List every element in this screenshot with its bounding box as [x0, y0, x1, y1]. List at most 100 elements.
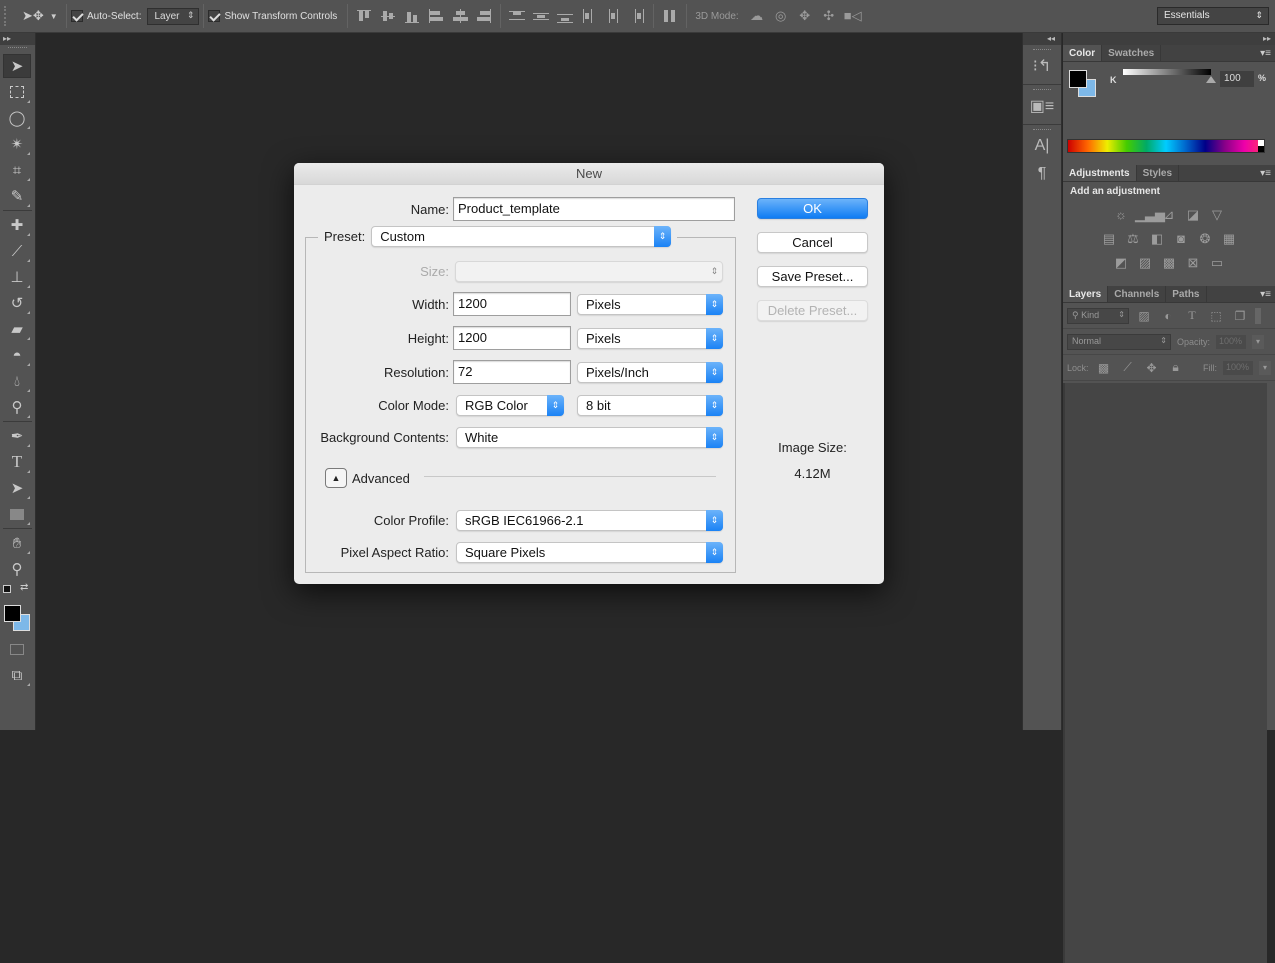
zoom-tool[interactable]: ⚲ — [3, 557, 31, 581]
eraser-tool[interactable]: ▰ — [3, 317, 31, 341]
black-white-icon[interactable]: ◧ — [1147, 229, 1167, 249]
history-brush-tool[interactable]: ↺ — [3, 291, 31, 315]
path-selection-tool[interactable]: ➤ — [3, 476, 31, 500]
tab-adjustments[interactable]: Adjustments — [1063, 165, 1137, 181]
color-mode-select[interactable]: RGB Color ⇕ — [456, 395, 564, 416]
dodge-tool[interactable]: ⚲ — [3, 395, 31, 419]
height-unit-select[interactable]: Pixels ⇕ — [577, 327, 723, 349]
panel-menu-icon[interactable]: ▾≡ — [1260, 168, 1271, 179]
quick-mask-mode[interactable] — [3, 637, 31, 661]
lasso-tool[interactable]: ◯ — [3, 106, 31, 130]
3d-orbit-icon[interactable]: ☁ — [747, 8, 767, 24]
advanced-toggle-button[interactable]: ▲ — [325, 468, 347, 488]
layer-filter-kind-select[interactable]: ⚲ Kind — [1067, 307, 1129, 324]
k-channel-value[interactable]: 100 — [1220, 71, 1254, 87]
fill-dropdown-arrow[interactable]: ▾ — [1259, 360, 1271, 375]
lock-all-icon[interactable]: 🔒︎ — [1167, 360, 1185, 375]
width-input[interactable]: 1200 — [453, 292, 571, 316]
workspace-select[interactable]: Essentials — [1157, 7, 1269, 25]
name-input[interactable]: Product_template — [453, 197, 735, 221]
distribute-right-edges-icon[interactable] — [627, 8, 647, 24]
blend-mode-select[interactable]: Normal — [1067, 333, 1171, 350]
distribute-left-edges-icon[interactable] — [579, 8, 599, 24]
align-horizontal-centers-icon[interactable] — [450, 8, 470, 24]
default-colors-icon[interactable] — [3, 585, 11, 593]
opacity-value[interactable]: 100% — [1216, 334, 1247, 349]
filter-pixel-layers-icon[interactable]: ▨ — [1135, 309, 1153, 323]
width-unit-select[interactable]: Pixels ⇕ — [577, 293, 723, 315]
levels-icon[interactable]: ▁▃▅ — [1135, 205, 1165, 225]
save-preset-button[interactable]: Save Preset... — [757, 266, 868, 287]
tool-preset-picker[interactable]: ➤✥ ▼ — [22, 8, 62, 24]
channel-mixer-icon[interactable]: ❂ — [1195, 229, 1215, 249]
screen-mode[interactable]: ⧉ — [3, 663, 31, 687]
distribute-top-edges-icon[interactable] — [507, 8, 527, 24]
distribute-vertical-centers-icon[interactable] — [531, 8, 551, 24]
3d-scale-icon[interactable]: ■◁ — [843, 8, 863, 24]
bit-depth-select[interactable]: 8 bit ⇕ — [577, 395, 723, 416]
filter-adjustment-layers-icon[interactable]: ◐ — [1159, 309, 1177, 323]
paragraph-panel-icon[interactable]: ¶ — [1023, 160, 1061, 188]
show-transform-controls-checkbox[interactable] — [208, 10, 221, 22]
selective-color-icon[interactable]: ⊠ — [1183, 253, 1203, 273]
height-input[interactable]: 1200 — [453, 326, 571, 350]
panel-menu-icon[interactable]: ▾≡ — [1260, 48, 1271, 59]
brush-tool[interactable]: ⟋ — [3, 239, 31, 263]
tab-layers[interactable]: Layers — [1063, 286, 1109, 302]
hand-tool[interactable]: ✋︎ — [3, 531, 31, 555]
auto-align-layers-icon[interactable] — [660, 8, 680, 24]
magic-wand-tool[interactable]: ✴ — [3, 132, 31, 156]
resolution-input[interactable]: 72 — [453, 360, 571, 384]
color-spectrum-ramp[interactable] — [1067, 139, 1265, 153]
color-profile-select[interactable]: sRGB IEC61966-2.1 ⇕ — [456, 510, 723, 531]
tab-styles[interactable]: Styles — [1137, 165, 1180, 181]
k-channel-slider[interactable] — [1123, 69, 1211, 75]
properties-panel-icon[interactable]: ▣≡ — [1023, 92, 1061, 120]
auto-select-checkbox[interactable] — [71, 10, 83, 22]
lock-image-pixels-icon[interactable]: ⟋ — [1119, 360, 1137, 375]
character-panel-icon[interactable]: A| — [1023, 132, 1061, 160]
tab-paths[interactable]: Paths — [1166, 286, 1207, 302]
cancel-button[interactable]: Cancel — [757, 232, 868, 253]
history-panel-icon[interactable]: ⁝↰ — [1023, 52, 1061, 80]
3d-roll-icon[interactable]: ◎ — [771, 8, 791, 24]
clone-stamp-tool[interactable]: ⊥ — [3, 265, 31, 289]
align-right-edges-icon[interactable] — [474, 8, 494, 24]
invert-icon[interactable]: ◩ — [1111, 253, 1131, 273]
color-balance-icon[interactable]: ⚖ — [1123, 229, 1143, 249]
align-top-edges-icon[interactable] — [354, 8, 374, 24]
auto-select-target-select[interactable]: Layer — [147, 7, 200, 25]
3d-slide-icon[interactable]: ✣ — [819, 8, 839, 24]
paint-bucket-tool[interactable]: ◓ — [3, 343, 31, 367]
k-slider-thumb[interactable] — [1206, 76, 1216, 83]
distribute-bottom-edges-icon[interactable] — [555, 8, 575, 24]
align-vertical-centers-icon[interactable] — [378, 8, 398, 24]
filter-toggle[interactable] — [1255, 307, 1261, 324]
swap-colors-icon[interactable]: ⇄ — [20, 582, 28, 593]
opacity-dropdown-arrow[interactable]: ▾ — [1252, 334, 1265, 349]
blur-tool[interactable]: 💧︎ — [3, 369, 31, 393]
filter-shape-layers-icon[interactable]: ⬚ — [1207, 309, 1225, 323]
crop-tool[interactable]: ⌗ — [3, 158, 31, 182]
tab-swatches[interactable]: Swatches — [1102, 45, 1162, 61]
resolution-unit-select[interactable]: Pixels/Inch ⇕ — [577, 361, 723, 383]
3d-pan-icon[interactable]: ✥ — [795, 8, 815, 24]
pixel-aspect-ratio-select[interactable]: Square Pixels ⇕ — [456, 542, 723, 563]
healing-brush-tool[interactable]: ✚ — [3, 213, 31, 237]
vibrance-icon[interactable]: ▽ — [1207, 205, 1227, 225]
type-tool[interactable]: T — [3, 450, 31, 474]
fill-value[interactable]: 100% — [1223, 360, 1253, 375]
dock-collapse[interactable]: ◂◂ — [1023, 33, 1061, 45]
tab-channels[interactable]: Channels — [1108, 286, 1167, 302]
pen-tool[interactable]: ✒ — [3, 424, 31, 448]
panels-expand[interactable]: ▸▸ — [1063, 33, 1275, 45]
tools-panel-collapse[interactable]: ▸▸ — [0, 33, 35, 45]
threshold-icon[interactable]: ▩ — [1159, 253, 1179, 273]
distribute-horizontal-centers-icon[interactable] — [603, 8, 623, 24]
lock-position-icon[interactable]: ✥ — [1143, 361, 1161, 375]
preset-select[interactable]: Custom ⇕ — [371, 226, 672, 247]
hue-saturation-icon[interactable]: ▤ — [1099, 229, 1119, 249]
posterize-icon[interactable]: ▨ — [1135, 253, 1155, 273]
panel-menu-icon[interactable]: ▾≡ — [1260, 289, 1271, 300]
brightness-contrast-icon[interactable]: ☼ — [1111, 205, 1131, 225]
